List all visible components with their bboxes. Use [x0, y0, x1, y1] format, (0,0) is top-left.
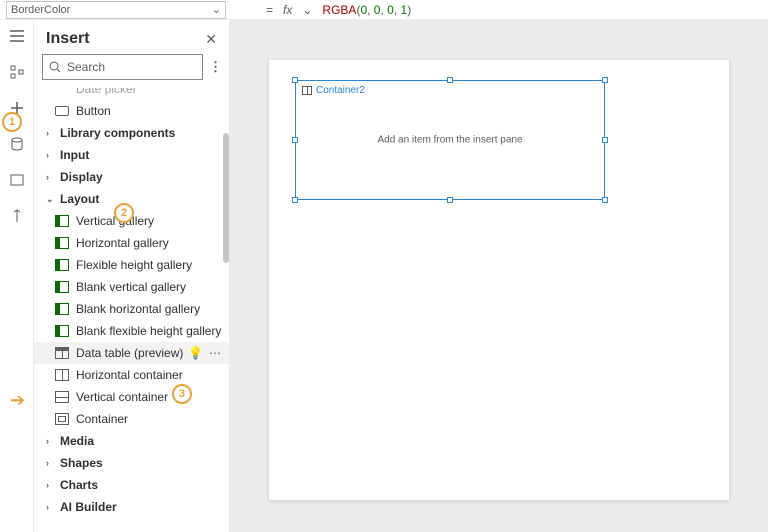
resize-handle[interactable] [292, 197, 298, 203]
search-placeholder: Search [67, 60, 105, 74]
category-display[interactable]: ›Display [34, 166, 229, 188]
chevron-down-icon: ⌄ [302, 3, 312, 17]
gallery-icon [55, 259, 69, 271]
chevron-right-icon: › [46, 128, 56, 138]
chevron-right-icon: › [46, 502, 56, 512]
item-blank-vertical-gallery[interactable]: Blank vertical gallery [34, 276, 229, 298]
item-flexible-height-gallery[interactable]: Flexible height gallery [34, 254, 229, 276]
lightbulb-icon[interactable]: 💡 [188, 346, 203, 360]
search-icon [49, 61, 61, 73]
chevron-right-icon: › [46, 172, 56, 182]
resize-handle[interactable] [602, 77, 608, 83]
property-dropdown-value: BorderColor [11, 4, 70, 16]
artboard[interactable]: Container2 Add an item from the insert p… [269, 60, 729, 500]
item-date-picker[interactable]: Date picker [34, 88, 229, 100]
tree-view-icon[interactable] [9, 64, 25, 80]
search-input[interactable]: Search [42, 54, 203, 80]
equals-icon: = [266, 3, 273, 17]
resize-handle[interactable] [292, 77, 298, 83]
more-icon[interactable]: ⋮ [209, 59, 221, 75]
insert-tree: Date picker Button ›Library components ›… [34, 88, 229, 532]
container-placeholder: Add an item from the insert pane [377, 135, 522, 146]
formula-bar: BorderColor ⌄ = fx ⌄ RGBA(0, 0, 0, 1) [0, 0, 768, 20]
selected-container[interactable]: Container2 Add an item from the insert p… [295, 80, 605, 200]
table-icon [55, 347, 69, 359]
category-ai-builder[interactable]: ›AI Builder [34, 496, 229, 518]
annotation-callout-3: 3 [172, 384, 192, 404]
annotation-callout-1: 1 [2, 112, 22, 132]
formula-text[interactable]: RGBA(0, 0, 0, 1) [322, 3, 411, 17]
resize-handle[interactable] [602, 197, 608, 203]
resize-handle[interactable] [447, 77, 453, 83]
panel-scrollbar[interactable] [223, 88, 229, 532]
resize-handle[interactable] [447, 197, 453, 203]
panel-title: Insert [46, 30, 90, 48]
scroll-thumb[interactable] [223, 133, 229, 263]
resize-handle[interactable] [602, 137, 608, 143]
close-icon[interactable]: ✕ [205, 31, 217, 48]
chevron-right-icon: › [46, 436, 56, 446]
item-data-table[interactable]: Data table (preview)💡⋯ [34, 342, 229, 364]
selection-label: Container2 [302, 85, 365, 96]
category-shapes[interactable]: ›Shapes [34, 452, 229, 474]
property-dropdown[interactable]: BorderColor ⌄ [6, 1, 226, 19]
chevron-down-icon: ⌄ [46, 194, 56, 205]
button-icon [55, 106, 69, 116]
more-icon[interactable]: ⋯ [209, 346, 221, 360]
item-blank-flexible-height-gallery[interactable]: Blank flexible height gallery [34, 320, 229, 342]
item-vertical-container[interactable]: Vertical container [34, 386, 229, 408]
insert-panel: Insert ✕ Search ⋮ Date picker Button ›Li… [34, 20, 230, 532]
left-rail [0, 20, 34, 532]
data-icon[interactable] [9, 136, 25, 152]
container-icon [55, 413, 69, 425]
annotation-callout-2: 2 [114, 203, 134, 223]
horizontal-container-icon [302, 86, 312, 95]
chevron-right-icon: › [46, 480, 56, 490]
item-horizontal-gallery[interactable]: Horizontal gallery [34, 232, 229, 254]
gallery-icon [55, 215, 69, 227]
resize-handle[interactable] [292, 137, 298, 143]
hamburger-icon[interactable] [9, 28, 25, 44]
canvas[interactable]: Container2 Add an item from the insert p… [230, 20, 768, 532]
category-media[interactable]: ›Media [34, 430, 229, 452]
media-icon[interactable] [9, 172, 25, 188]
chevron-right-icon: › [46, 458, 56, 468]
item-blank-horizontal-gallery[interactable]: Blank horizontal gallery [34, 298, 229, 320]
gallery-icon [55, 303, 69, 315]
vertical-container-icon [55, 391, 69, 403]
horizontal-container-icon [55, 369, 69, 381]
gallery-icon [55, 237, 69, 249]
category-charts[interactable]: ›Charts [34, 474, 229, 496]
item-container[interactable]: Container [34, 408, 229, 430]
gallery-icon [55, 325, 69, 337]
category-library[interactable]: ›Library components [34, 122, 229, 144]
tools-icon[interactable] [9, 208, 25, 224]
category-input[interactable]: ›Input [34, 144, 229, 166]
gallery-icon [55, 281, 69, 293]
fx-label[interactable]: fx [283, 3, 292, 17]
chevron-down-icon: ⌄ [212, 3, 221, 16]
annotation-arrow: ➔ [10, 390, 25, 411]
item-button[interactable]: Button [34, 100, 229, 122]
item-horizontal-container[interactable]: Horizontal container [34, 364, 229, 386]
chevron-right-icon: › [46, 150, 56, 160]
